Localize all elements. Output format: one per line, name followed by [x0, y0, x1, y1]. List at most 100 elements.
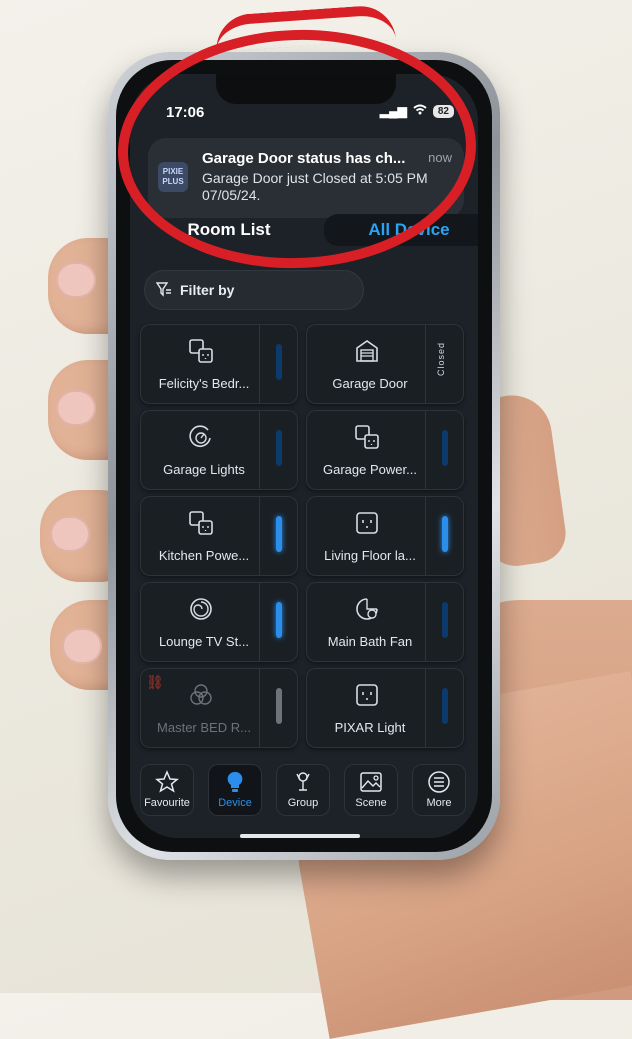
- bottom-nav: Favourite Device Group Scene More: [140, 764, 468, 816]
- group-icon: [296, 772, 310, 791]
- device-tile-main[interactable]: Lounge TV St...: [140, 582, 260, 662]
- device-tile-main[interactable]: Main Bath Fan: [306, 582, 426, 662]
- device-toggle[interactable]: [259, 324, 298, 404]
- switch-indicator: [276, 430, 282, 466]
- filter-icon: [156, 282, 171, 297]
- socket-icon: [356, 512, 378, 534]
- star-icon: [155, 770, 179, 793]
- device-label: Kitchen Powe...: [158, 548, 250, 563]
- app-logo-icon: PIXIE PLUS: [158, 162, 188, 192]
- nav-label: Device: [218, 797, 252, 809]
- device-tile-main[interactable]: Felicity's Bedr...: [140, 324, 260, 404]
- door-status-text: Closed: [436, 341, 446, 376]
- device-tile[interactable]: Garage Door Closed: [306, 324, 464, 404]
- double-socket-icon: [355, 425, 379, 449]
- device-tile-main[interactable]: PIXAR Light: [306, 668, 426, 748]
- tab-room-list[interactable]: Room List: [164, 214, 294, 246]
- device-toggle[interactable]: [425, 410, 464, 490]
- device-tile-main[interactable]: Garage Door: [306, 324, 426, 404]
- device-toggle[interactable]: [259, 582, 298, 662]
- wifi-icon: [413, 104, 427, 118]
- timer-switch-icon: [356, 598, 378, 620]
- home-indicator[interactable]: [240, 834, 360, 838]
- device-label: Main Bath Fan: [327, 634, 413, 649]
- view-tabs: Room List All Device: [164, 214, 478, 246]
- notification-time: now: [428, 150, 452, 165]
- switch-indicator: [276, 688, 282, 724]
- finger-nail: [50, 516, 90, 552]
- device-tile[interactable]: Kitchen Powe...: [140, 496, 298, 576]
- socket-icon: [356, 684, 378, 706]
- status-icons: ▂▄▆ 82: [380, 104, 454, 118]
- switch-indicator: [442, 430, 448, 466]
- finger-nail: [62, 628, 102, 664]
- device-toggle[interactable]: [425, 496, 464, 576]
- nav-label: Group: [287, 797, 319, 809]
- nav-favourite[interactable]: Favourite: [140, 764, 194, 816]
- device-label: Lounge TV St...: [158, 634, 250, 649]
- switch-indicator: [442, 602, 448, 638]
- switch-indicator: [442, 688, 448, 724]
- phone-bezel: 17:06 ▂▄▆ 82 PIXIE PLUS Garage Door stat…: [116, 60, 492, 852]
- device-toggle[interactable]: [425, 668, 464, 748]
- device-label: Felicity's Bedr...: [158, 376, 250, 391]
- device-label: Garage Lights: [163, 462, 245, 477]
- double-socket-icon: [189, 339, 213, 363]
- switch-indicator: [276, 344, 282, 380]
- device-label: Garage Door: [332, 376, 408, 391]
- device-tile[interactable]: Lounge TV St...: [140, 582, 298, 662]
- device-toggle[interactable]: [259, 668, 298, 748]
- rgb-light-icon: [190, 684, 212, 705]
- device-tile-main[interactable]: Kitchen Powe...: [140, 496, 260, 576]
- device-tile[interactable]: Felicity's Bedr...: [140, 324, 298, 404]
- nav-label: More: [426, 797, 452, 809]
- notification-title: Garage Door status has ch...: [202, 150, 406, 167]
- broken-link-icon: ⛓: [146, 674, 164, 690]
- device-status[interactable]: Closed: [425, 324, 464, 404]
- double-socket-icon: [189, 511, 213, 535]
- phone-screen: 17:06 ▂▄▆ 82 PIXIE PLUS Garage Door stat…: [130, 74, 478, 838]
- device-tile[interactable]: Garage Lights: [140, 410, 298, 490]
- device-label: Garage Power...: [323, 462, 417, 477]
- device-toggle[interactable]: [425, 582, 464, 662]
- more-icon: [428, 771, 450, 793]
- notification-body: Garage Door just Closed at 5:05 PM 07/05…: [202, 170, 428, 203]
- device-tile[interactable]: Living Floor la...: [306, 496, 464, 576]
- device-tile[interactable]: Garage Power...: [306, 410, 464, 490]
- filter-button[interactable]: Filter by: [144, 270, 364, 310]
- nav-scene[interactable]: Scene: [344, 764, 398, 816]
- push-notification[interactable]: PIXIE PLUS Garage Door status has ch... …: [148, 138, 464, 218]
- device-toggle[interactable]: [259, 496, 298, 576]
- device-tile-main[interactable]: Garage Lights: [140, 410, 260, 490]
- bulb-icon: [227, 771, 243, 792]
- device-tile-main[interactable]: Living Floor la...: [306, 496, 426, 576]
- switch-indicator: [276, 602, 282, 638]
- nav-more[interactable]: More: [412, 764, 466, 816]
- device-label: Master BED R...: [157, 720, 251, 735]
- finger-nail: [56, 390, 96, 426]
- phone-frame: 17:06 ▂▄▆ 82 PIXIE PLUS Garage Door stat…: [108, 52, 500, 860]
- filter-label: Filter by: [180, 282, 235, 298]
- switch-indicator: [442, 516, 448, 552]
- battery-icon: 82: [432, 104, 454, 118]
- device-tile[interactable]: ⛓ Master BED R...: [140, 668, 298, 748]
- device-tile[interactable]: Main Bath Fan: [306, 582, 464, 662]
- device-tile-main[interactable]: ⛓ Master BED R...: [140, 668, 260, 748]
- annotation-stroke: [213, 3, 397, 53]
- signal-icon: ▂▄▆: [379, 104, 407, 118]
- scene-icon: [360, 772, 382, 792]
- device-toggle[interactable]: [259, 410, 298, 490]
- nav-group[interactable]: Group: [276, 764, 330, 816]
- nav-label: Scene: [355, 797, 387, 809]
- tab-all-device[interactable]: All Device: [324, 214, 478, 246]
- dimmer-icon: [189, 425, 211, 447]
- garage-icon: [356, 340, 378, 362]
- device-label: PIXAR Light: [334, 720, 406, 735]
- notch: [216, 74, 396, 104]
- device-tile[interactable]: PIXAR Light: [306, 668, 464, 748]
- switch-indicator: [276, 516, 282, 552]
- swirl-icon: [190, 598, 212, 620]
- device-tile-main[interactable]: Garage Power...: [306, 410, 426, 490]
- nav-device[interactable]: Device: [208, 764, 262, 816]
- finger-nail: [56, 262, 96, 298]
